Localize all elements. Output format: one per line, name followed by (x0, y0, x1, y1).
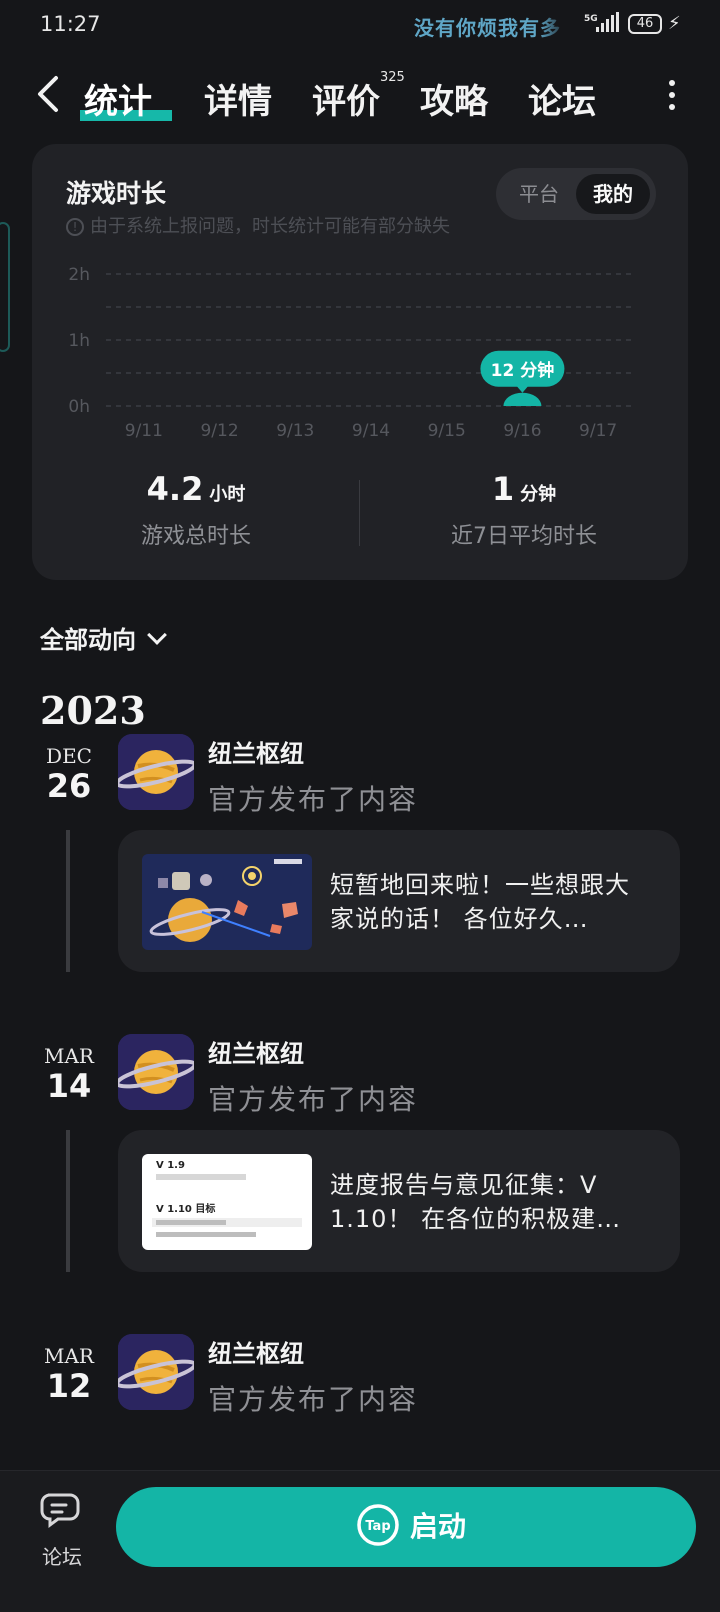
average-playtime: 1 分钟 近7日平均时长 (360, 470, 688, 550)
average-label: 近7日平均时长 (451, 524, 597, 549)
bar-9/16 (503, 392, 542, 406)
entry-action: 官方发布了内容 (208, 1383, 419, 1416)
y-tick-label: 1h (68, 331, 90, 351)
playtime-card: 游戏时长 ! 由于系统上报问题，时长统计可能有部分缺失 平台 我的 0h 1h 2h 9… (32, 144, 688, 580)
side-edge-handle (0, 222, 10, 352)
tooltip-pointer (516, 385, 529, 393)
post-card[interactable]: V 1.9 V 1.10 目标 进度报告与意见征集：V 1.10！ 在各位的积极… (118, 1130, 680, 1272)
network-type: 5G (584, 14, 598, 24)
post-card[interactable]: 短暂地回来啦！一些想跟大家说的话！ 各位好久… (118, 830, 680, 972)
status-bar: 11:27 没有你烦我有多 5G 46 ⚡ (0, 0, 720, 52)
tap-logo-text: Tap (365, 1519, 390, 1534)
avatar[interactable] (118, 1034, 194, 1110)
launch-button[interactable]: Tap 启动 (116, 1487, 696, 1567)
tap-logo-icon: Tap (357, 1504, 399, 1546)
tab-guides[interactable]: 攻略 (420, 74, 488, 123)
filter-label: 全部动向 (40, 626, 136, 654)
x-tick-label: 9/13 (276, 421, 314, 441)
note-text: 由于系统上报问题，时长统计可能有部分缺失 (90, 216, 450, 237)
entry-date: MAR 12 (36, 1344, 102, 1404)
post-text: 短暂地回来啦！一些想跟大家说的话！ 各位好久… (330, 871, 630, 933)
timeline-line (66, 830, 70, 972)
bottom-bar: 论坛 Tap 启动 (0, 1470, 720, 1612)
y-tick-label: 2h (68, 265, 90, 285)
source-toggle: 平台 我的 (496, 168, 656, 220)
entry-month: DEC (46, 744, 92, 768)
activity-filter[interactable]: 全部动向 (40, 620, 167, 655)
x-tick-label: 9/12 (200, 421, 238, 441)
post-text: 进度报告与意见征集：V 1.10！ 在各位的积极建… (330, 1171, 622, 1233)
total-label: 游戏总时长 (140, 524, 251, 549)
playtime-chart: 0h 1h 2h 9/11 9/12 9/13 9/14 9/15 9/16 12 分钟 9/17 (68, 265, 636, 441)
tab-reviews[interactable]: 评价 (312, 74, 380, 123)
signal-icon: 5G (584, 12, 619, 32)
forum-label: 论坛 (42, 1545, 82, 1569)
avatar[interactable] (118, 734, 194, 810)
status-time: 11:27 (40, 12, 101, 36)
entry-day: 14 (46, 1067, 92, 1105)
entry-day: 12 (46, 1367, 92, 1405)
toggle-platform[interactable]: 平台 (506, 174, 572, 214)
total-value: 4.2 (146, 470, 204, 508)
entry-date: MAR 14 (36, 1044, 102, 1104)
tab-statistics[interactable]: 统计 (84, 74, 152, 123)
thumb-version-2: V 1.10 目标 (156, 1202, 215, 1215)
back-icon[interactable] (34, 74, 64, 114)
battery-icon: 46 (628, 14, 662, 34)
average-unit: 分钟 (520, 484, 557, 505)
x-tick-label: 9/16 (503, 421, 541, 441)
publisher-name[interactable]: 纽兰枢纽 (208, 1334, 304, 1369)
top-nav: 统计 详情 评价 325 攻略 论坛 (0, 60, 720, 130)
review-count-badge: 325 (380, 70, 405, 85)
chevron-down-icon (147, 625, 167, 645)
total-playtime: 4.2 小时 游戏总时长 (32, 470, 360, 550)
toggle-mine[interactable]: 我的 (576, 174, 650, 214)
charging-icon: ⚡ (668, 13, 681, 34)
total-unit: 小时 (209, 484, 246, 505)
status-banner: 没有你烦我有多 (414, 16, 561, 40)
publisher-name[interactable]: 纽兰枢纽 (208, 1034, 304, 1069)
entry-month: MAR (44, 1044, 94, 1068)
x-tick-label: 9/11 (125, 421, 163, 441)
entry-day: 26 (46, 767, 92, 805)
tab-forum[interactable]: 论坛 (528, 74, 596, 123)
publisher-name[interactable]: 纽兰枢纽 (208, 734, 304, 769)
entry-month: MAR (44, 1344, 94, 1368)
forum-button[interactable]: 论坛 (30, 1491, 94, 1575)
y-tick-label: 0h (68, 397, 90, 417)
x-tick-label: 9/17 (579, 421, 617, 441)
year-heading: 2023 (40, 688, 146, 733)
card-title: 游戏时长 (66, 179, 167, 208)
x-tick-label: 9/15 (428, 421, 466, 441)
x-tick-label: 9/14 (352, 421, 390, 441)
entry-date: DEC 26 (36, 744, 102, 804)
entry-action: 官方发布了内容 (208, 1083, 419, 1116)
more-options-icon[interactable] (660, 80, 684, 114)
entry-action: 官方发布了内容 (208, 783, 419, 816)
forum-icon (40, 1493, 80, 1528)
playtime-summary: 4.2 小时 游戏总时长 1 分钟 近7日平均时长 (32, 470, 688, 560)
launch-label: 启动 (410, 1510, 467, 1543)
thumb-version-1: V 1.9 (156, 1160, 185, 1171)
average-value: 1 (491, 470, 515, 508)
card-note: ! 由于系统上报问题，时长统计可能有部分缺失 (66, 212, 450, 238)
post-thumbnail: V 1.9 V 1.10 目标 (142, 1154, 312, 1250)
post-thumbnail (142, 854, 312, 950)
info-icon: ! (66, 218, 84, 236)
timeline-line (66, 1130, 70, 1272)
tab-details[interactable]: 详情 (204, 74, 272, 123)
data-label: 12 分钟 (491, 360, 555, 381)
avatar[interactable] (118, 1334, 194, 1410)
